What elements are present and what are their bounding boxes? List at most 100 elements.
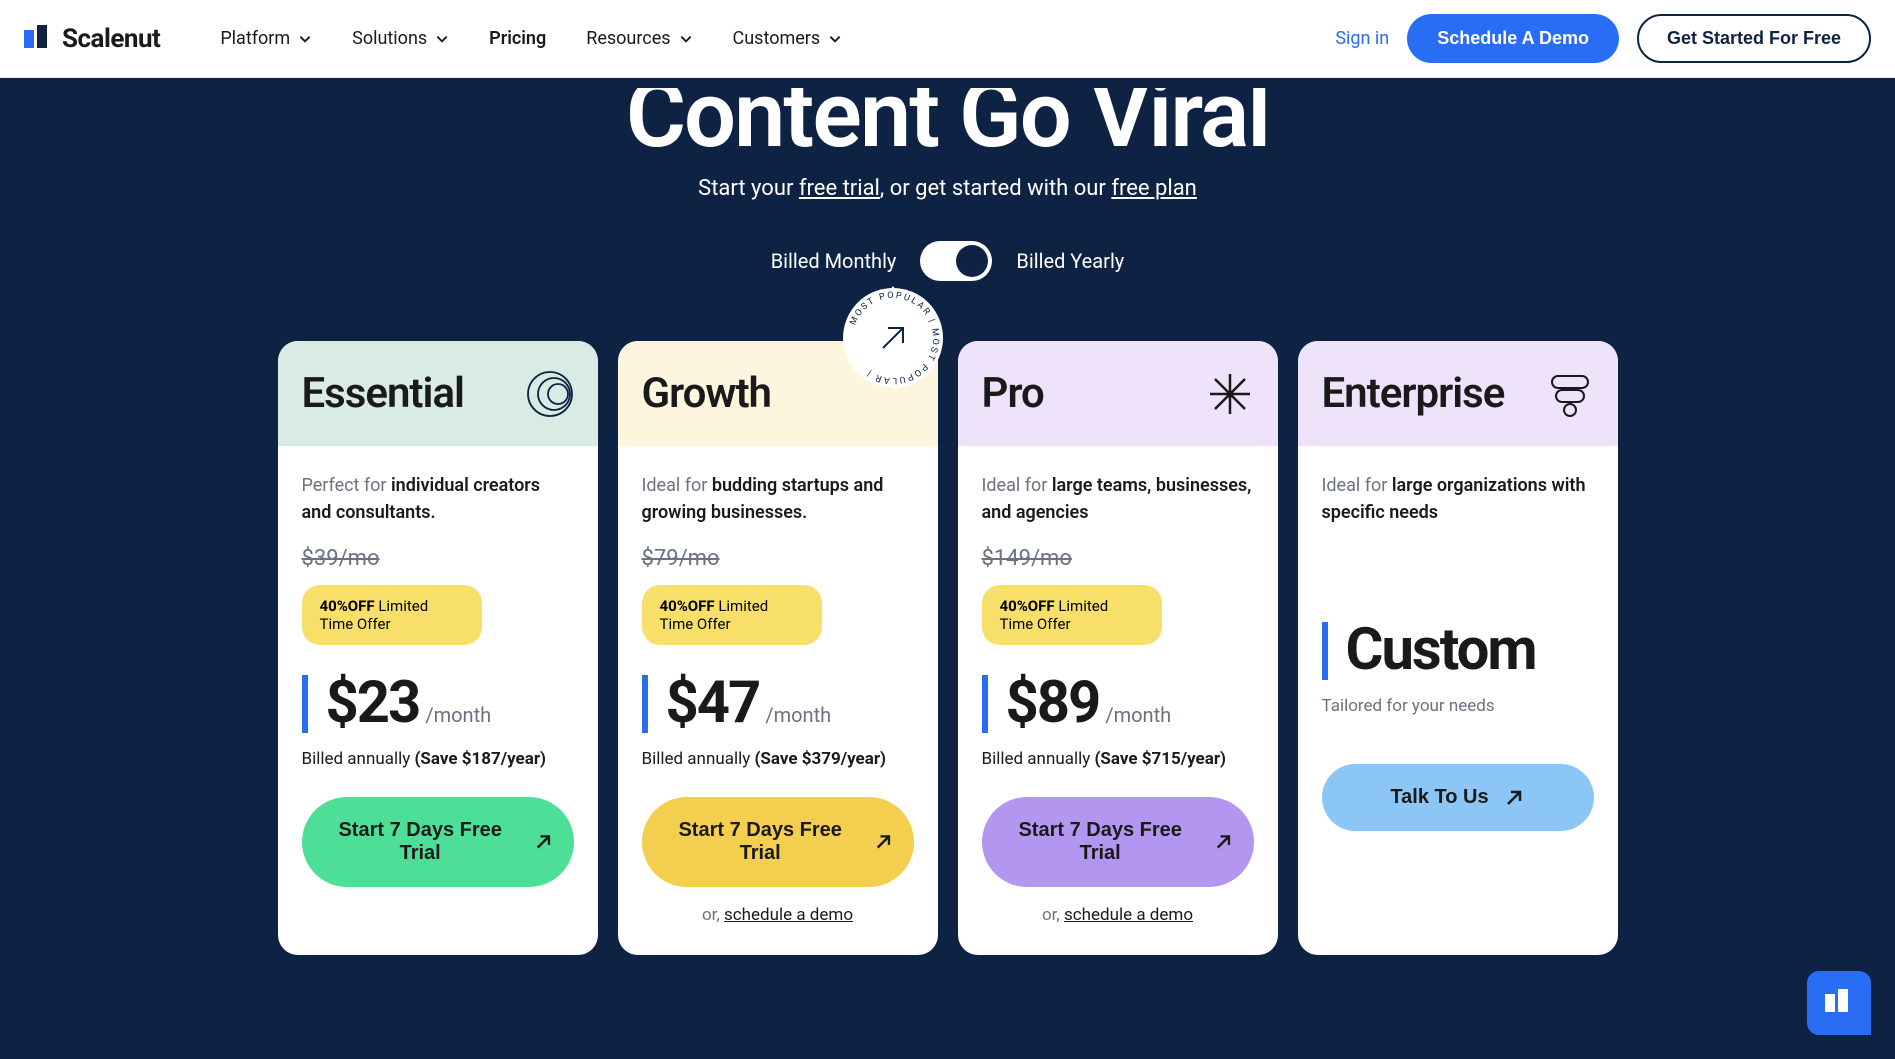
ripple-icon <box>526 370 574 418</box>
cta-label: Talk To Us <box>1390 786 1488 809</box>
asterisk-icon <box>1206 370 1254 418</box>
logo[interactable]: Scalenut <box>24 24 160 54</box>
price-block: $89 /month <box>982 669 1254 737</box>
spacer <box>1322 546 1594 616</box>
nav-pricing-label: Pricing <box>489 28 546 49</box>
nav-pricing[interactable]: Pricing <box>489 28 546 49</box>
nav-platform[interactable]: Platform <box>220 28 312 49</box>
offer-pill: 40%OFF Limited Time Offer <box>982 585 1162 645</box>
spacer <box>1322 744 1594 764</box>
price-unit: /month <box>425 703 491 727</box>
plan-essential-cta[interactable]: Start 7 Days Free Trial <box>302 797 574 887</box>
offer-pct: 40%OFF <box>660 597 715 615</box>
plan-essential-tagline: Perfect for individual creators and cons… <box>302 472 574 526</box>
plan-growth-name: Growth <box>642 369 772 418</box>
price-main: Custom <box>1346 616 1536 684</box>
signin-link[interactable]: Sign in <box>1335 28 1389 49</box>
offer-pill: 40%OFF Limited Time Offer <box>302 585 482 645</box>
chevron-down-icon <box>828 32 842 46</box>
plan-essential-body: Perfect for individual creators and cons… <box>278 446 598 917</box>
billed-yearly-label: Billed Yearly <box>1016 249 1124 273</box>
plan-enterprise-tailored: Tailored for your needs <box>1322 696 1594 716</box>
schedule-demo-link[interactable]: schedule a demo <box>1064 905 1193 925</box>
nav-customers-label: Customers <box>733 28 821 49</box>
cta-label: Start 7 Days Free Trial <box>322 819 519 865</box>
free-plan-link[interactable]: free plan <box>1111 176 1197 201</box>
plan-pro-name: Pro <box>982 369 1044 418</box>
price-value: $89 <box>1006 669 1100 737</box>
plan-growth-cta[interactable]: Start 7 Days Free Trial <box>642 797 914 887</box>
chevron-down-icon <box>435 32 449 46</box>
logo-mark-icon <box>1822 986 1856 1020</box>
price-accent-bar <box>982 675 988 733</box>
plan-essential-price-row: $39/mo 40%OFF Limited Time Offer <box>302 546 574 645</box>
annually-save: (Save $715/year) <box>1094 749 1226 769</box>
plan-pro-annually: Billed annually (Save $715/year) <box>982 749 1254 769</box>
billing-toggle[interactable] <box>920 241 992 281</box>
old-price: $149/mo <box>982 546 1072 571</box>
tagline-prefix: Ideal for <box>1322 475 1392 496</box>
plan-pro-tagline: Ideal for large teams, businesses, and a… <box>982 472 1254 526</box>
nav-solutions[interactable]: Solutions <box>352 28 449 49</box>
annually-save: (Save $187/year) <box>414 749 546 769</box>
annually-save: (Save $379/year) <box>754 749 886 769</box>
hero-subtitle: Start your free trial, or get started wi… <box>0 176 1895 201</box>
toggle-knob <box>956 245 988 277</box>
plan-pro-cta[interactable]: Start 7 Days Free Trial <box>982 797 1254 887</box>
tagline-prefix: Ideal for <box>642 475 712 496</box>
schedule-demo-button[interactable]: Schedule A Demo <box>1407 14 1619 63</box>
most-popular-badge: MOST POPULAR | MOST POPULAR | <box>838 283 948 393</box>
price-accent-bar <box>642 675 648 733</box>
schedule-demo-link[interactable]: schedule a demo <box>724 905 853 925</box>
offer-pct: 40%OFF <box>320 597 375 615</box>
price-accent-bar <box>1322 622 1328 680</box>
billing-toggle-row: Billed Monthly Billed Yearly <box>0 241 1895 281</box>
plan-essential-annually: Billed annually (Save $187/year) <box>302 749 574 769</box>
nav-platform-label: Platform <box>220 28 290 49</box>
price-unit: /month <box>1105 703 1171 727</box>
plan-growth-annually: Billed annually (Save $379/year) <box>642 749 914 769</box>
old-price: $39/mo <box>302 546 380 571</box>
free-trial-link[interactable]: free trial <box>799 176 880 201</box>
tagline-prefix: Ideal for <box>982 475 1052 496</box>
plan-growth-tagline: Ideal for budding startups and growing b… <box>642 472 914 526</box>
nav-customers[interactable]: Customers <box>733 28 843 49</box>
cta-label: Start 7 Days Free Trial <box>662 819 859 865</box>
billed-monthly-label: Billed Monthly <box>771 249 897 273</box>
chat-fab[interactable] <box>1807 971 1871 1035</box>
chevron-down-icon <box>298 32 312 46</box>
offer-pill: 40%OFF Limited Time Offer <box>642 585 822 645</box>
plan-enterprise-header: Enterprise <box>1298 341 1618 446</box>
plan-growth-schedule: or, schedule a demo <box>642 905 914 925</box>
arrow-up-right-icon <box>873 831 894 853</box>
old-price: $79/mo <box>642 546 720 571</box>
price-main: $47 /month <box>666 669 832 737</box>
price-main: $89 /month <box>1006 669 1172 737</box>
nav-resources[interactable]: Resources <box>586 28 692 49</box>
arrow-up-right-icon <box>533 831 554 853</box>
nav-resources-label: Resources <box>586 28 670 49</box>
annually-prefix: Billed annually <box>982 749 1095 769</box>
plan-growth-price-row: $79/mo 40%OFF Limited Time Offer <box>642 546 914 645</box>
plan-pro: Pro Ideal for large teams, businesses, a… <box>958 341 1278 955</box>
price-value: $23 <box>326 669 420 737</box>
annually-prefix: Billed annually <box>302 749 415 769</box>
plan-growth-body: Ideal for budding startups and growing b… <box>618 446 938 955</box>
plan-enterprise-cta[interactable]: Talk To Us <box>1322 764 1594 831</box>
arrow-up-right-icon <box>1213 831 1234 853</box>
plan-enterprise-tagline: Ideal for large organizations with speci… <box>1322 472 1594 526</box>
plan-growth: MOST POPULAR | MOST POPULAR | Growth Ide… <box>618 341 938 955</box>
annually-prefix: Billed annually <box>642 749 755 769</box>
get-started-free-button[interactable]: Get Started For Free <box>1637 14 1871 63</box>
plan-essential-header: Essential <box>278 341 598 446</box>
hero: Content Go Viral Start your free trial, … <box>0 78 1895 341</box>
plan-pro-price-row: $149/mo 40%OFF Limited Time Offer <box>982 546 1254 645</box>
price-block: $47 /month <box>642 669 914 737</box>
header-actions: Sign in Schedule A Demo Get Started For … <box>1335 14 1871 63</box>
plan-enterprise-body: Ideal for large organizations with speci… <box>1298 446 1618 861</box>
plan-essential-name: Essential <box>302 369 464 418</box>
price-value: Custom <box>1346 616 1536 684</box>
pricing-plans: Essential Perfect for individual creator… <box>228 341 1668 995</box>
tagline-prefix: Perfect for <box>302 475 391 496</box>
schedule-or: or, <box>1042 905 1064 925</box>
